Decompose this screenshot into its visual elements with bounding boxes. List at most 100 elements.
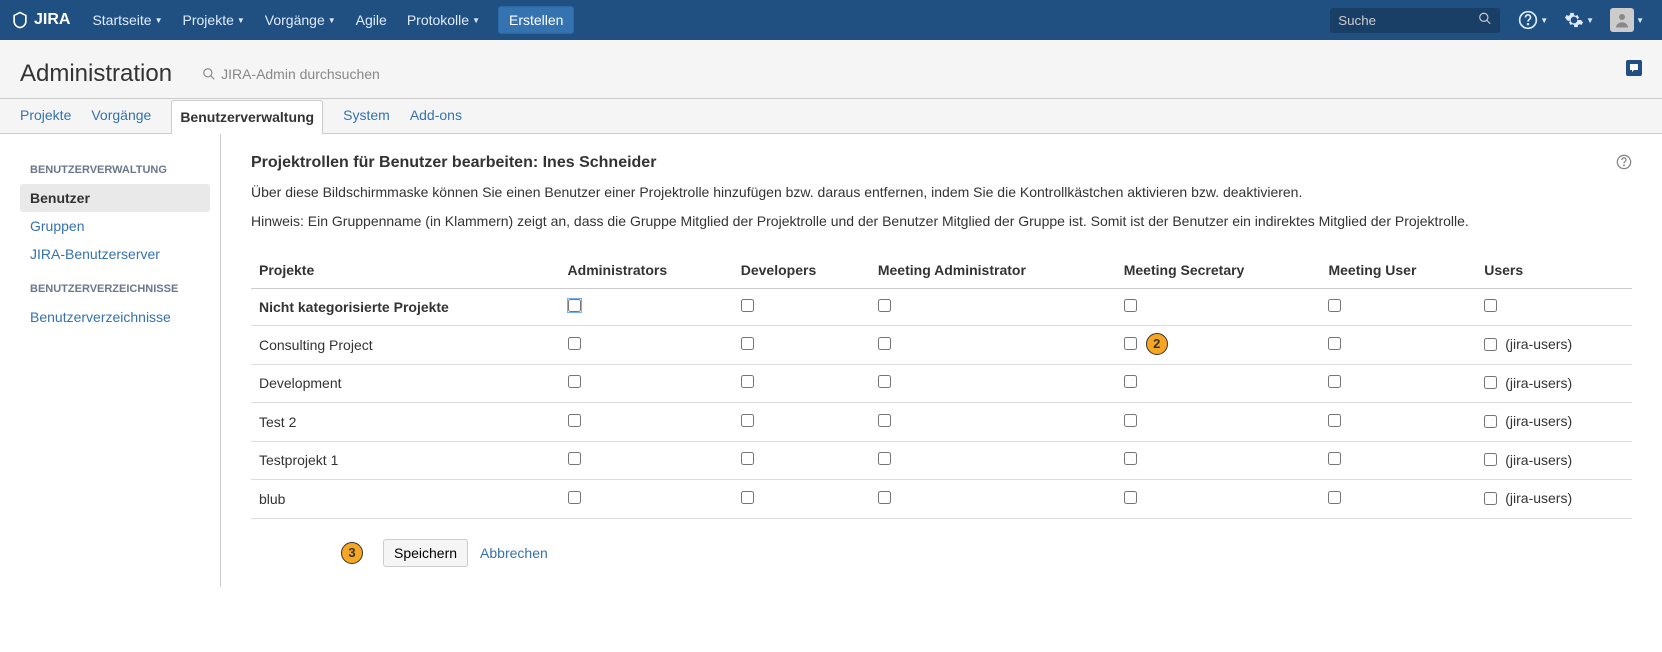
role-checkbox[interactable] — [568, 452, 581, 465]
admin-title: Administration — [20, 60, 172, 88]
sidebar-heading-directories: BENUTZERVERZEICHNISSE — [30, 283, 210, 295]
role-checkbox[interactable] — [878, 337, 891, 350]
main-content: Projektrollen für Benutzer bearbeiten: I… — [220, 134, 1662, 587]
tab-projekte[interactable]: Projekte — [20, 99, 71, 133]
role-checkbox[interactable] — [1124, 299, 1137, 312]
user-avatar[interactable]: ▼ — [1602, 8, 1652, 32]
annotation-badge-3: 3 — [341, 542, 363, 564]
role-checkbox[interactable] — [741, 375, 754, 388]
settings-icon[interactable]: ▼ — [1556, 10, 1602, 30]
nav-issues[interactable]: Vorgänge▼ — [255, 0, 346, 40]
project-name: blub — [251, 480, 560, 519]
tab-system[interactable]: System — [343, 99, 390, 133]
role-checkbox[interactable] — [568, 414, 581, 427]
jira-icon — [10, 10, 30, 30]
nav-agile[interactable]: Agile — [346, 0, 397, 40]
role-checkbox[interactable] — [568, 337, 581, 350]
role-checkbox[interactable] — [1328, 452, 1341, 465]
project-name: Test 2 — [251, 403, 560, 442]
sidebar-item-groups[interactable]: Gruppen — [20, 212, 210, 240]
admin-header: Administration JIRA-Admin durchsuchen — [0, 40, 1662, 99]
table-row: Testprojekt 1(jira-users) — [251, 441, 1632, 480]
nav-projects[interactable]: Projekte▼ — [173, 0, 255, 40]
page-desc-1: Über diese Bildschirmmaske können Sie ei… — [251, 182, 1632, 203]
col-projects: Projekte — [251, 252, 560, 289]
page-help-icon[interactable] — [1616, 154, 1632, 173]
col-developers: Developers — [733, 252, 870, 289]
role-checkbox[interactable] — [1328, 299, 1341, 312]
role-checkbox[interactable] — [1484, 338, 1497, 351]
sidebar-item-directories[interactable]: Benutzerverzeichnisse — [20, 303, 210, 331]
nav-protocols[interactable]: Protokolle▼ — [397, 0, 490, 40]
role-checkbox[interactable] — [741, 452, 754, 465]
role-checkbox[interactable] — [1124, 414, 1137, 427]
chevron-down-icon: ▼ — [328, 16, 336, 25]
top-nav: JIRA Startseite▼ Projekte▼ Vorgänge▼ Agi… — [0, 0, 1662, 40]
roles-table: Projekte Administrators Developers Meeti… — [251, 252, 1632, 519]
role-checkbox[interactable] — [878, 491, 891, 504]
col-meeting-user: Meeting User — [1320, 252, 1476, 289]
group-indirect-label: (jira-users) — [1505, 336, 1572, 352]
role-checkbox[interactable] — [1484, 492, 1497, 505]
role-checkbox[interactable] — [741, 491, 754, 504]
feedback-icon[interactable] — [1626, 60, 1642, 76]
role-checkbox[interactable] — [568, 299, 581, 312]
role-checkbox[interactable] — [1124, 491, 1137, 504]
category-name: Nicht kategorisierte Projekte — [251, 289, 560, 326]
role-checkbox[interactable] — [1328, 337, 1341, 350]
col-users: Users — [1476, 252, 1632, 289]
tab-addons[interactable]: Add-ons — [410, 99, 462, 133]
tab-vorgaenge[interactable]: Vorgänge — [91, 99, 151, 133]
save-button[interactable]: Speichern — [383, 539, 468, 567]
page-title: Projektrollen für Benutzer bearbeiten: I… — [251, 154, 1632, 172]
nav-home[interactable]: Startseite▼ — [82, 0, 172, 40]
project-name: Development — [251, 364, 560, 403]
sidebar-item-userserver[interactable]: JIRA-Benutzerserver — [20, 240, 210, 268]
role-checkbox[interactable] — [878, 414, 891, 427]
admin-search[interactable]: JIRA-Admin durchsuchen — [202, 66, 380, 82]
admin-tabs: Projekte Vorgänge Benutzerverwaltung Sys… — [0, 99, 1662, 134]
role-checkbox[interactable] — [1124, 375, 1137, 388]
role-checkbox[interactable] — [1328, 375, 1341, 388]
role-checkbox[interactable] — [741, 337, 754, 350]
help-icon[interactable]: ▼ — [1510, 10, 1556, 30]
sidebar: BENUTZERVERWALTUNG Benutzer Gruppen JIRA… — [0, 134, 220, 587]
role-checkbox[interactable] — [1484, 453, 1497, 466]
role-checkbox[interactable] — [1328, 414, 1341, 427]
role-checkbox[interactable] — [1124, 452, 1137, 465]
role-checkbox[interactable] — [1124, 337, 1137, 350]
cancel-link[interactable]: Abbrechen — [480, 545, 548, 561]
chevron-down-icon: ▼ — [237, 16, 245, 25]
role-checkbox[interactable] — [1328, 491, 1341, 504]
jira-logo[interactable]: JIRA — [10, 10, 70, 30]
project-name: Testprojekt 1 — [251, 441, 560, 480]
col-meeting-secretary: Meeting Secretary — [1116, 252, 1321, 289]
table-row: Consulting Project2(jira-users) — [251, 326, 1632, 365]
search-icon — [1478, 12, 1492, 29]
sidebar-item-users[interactable]: Benutzer — [20, 184, 210, 212]
sidebar-heading-users: BENUTZERVERWALTUNG — [30, 164, 210, 176]
role-checkbox[interactable] — [568, 491, 581, 504]
tab-benutzerverwaltung[interactable]: Benutzerverwaltung — [171, 100, 323, 135]
category-row: Nicht kategorisierte Projekte — [251, 289, 1632, 326]
logo-text: JIRA — [34, 11, 70, 29]
create-button[interactable]: Erstellen — [498, 6, 574, 34]
role-checkbox[interactable] — [1484, 299, 1497, 312]
search-icon — [202, 67, 216, 81]
table-row: Development (jira-users) — [251, 364, 1632, 403]
role-checkbox[interactable] — [568, 375, 581, 388]
role-checkbox[interactable] — [1484, 415, 1497, 428]
role-checkbox[interactable] — [741, 299, 754, 312]
global-search-input[interactable] — [1330, 8, 1500, 33]
chevron-down-icon: ▼ — [472, 16, 480, 25]
role-checkbox[interactable] — [1484, 376, 1497, 389]
role-checkbox[interactable] — [878, 375, 891, 388]
table-row: Test 2(jira-users) — [251, 403, 1632, 442]
group-indirect-label: (jira-users) — [1505, 375, 1572, 391]
role-checkbox[interactable] — [741, 414, 754, 427]
role-checkbox[interactable] — [878, 452, 891, 465]
chevron-down-icon: ▼ — [155, 16, 163, 25]
table-row: blub(jira-users) — [251, 480, 1632, 519]
role-checkbox[interactable] — [878, 299, 891, 312]
page-desc-2: Hinweis: Ein Gruppenname (in Klammern) z… — [251, 211, 1632, 232]
